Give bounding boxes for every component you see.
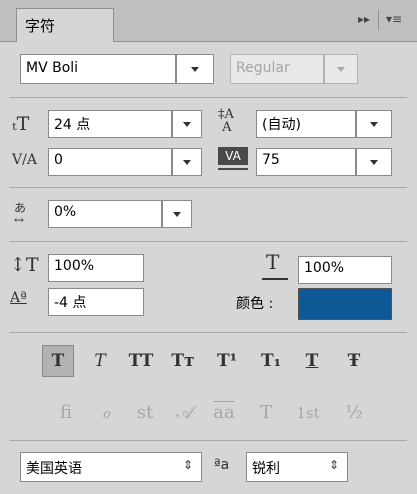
- font-family-field[interactable]: MV Boli: [20, 54, 176, 84]
- chevron-down-icon: [370, 122, 378, 127]
- horizontal-scale-value: 100%: [304, 260, 345, 276]
- updown-arrows-icon: ⇕: [328, 458, 339, 472]
- font-size-icon: ₜT: [12, 113, 30, 135]
- leading-dropdown[interactable]: [356, 110, 392, 138]
- discretionary-ligatures-button[interactable]: st: [128, 398, 162, 428]
- leading-field[interactable]: (自动): [256, 110, 356, 138]
- faux-italic-button[interactable]: T: [86, 346, 114, 376]
- small-caps-button[interactable]: Tт: [166, 346, 200, 376]
- leading-icon: ‡A A: [218, 107, 234, 135]
- underline-button[interactable]: T: [298, 346, 326, 376]
- font-style-dropdown[interactable]: [324, 54, 358, 84]
- chevron-down-icon: [370, 160, 378, 165]
- font-size-value: 24 点: [54, 117, 91, 133]
- titling-alternates-button[interactable]: T: [252, 398, 280, 428]
- tsume-dropdown[interactable]: [162, 200, 192, 228]
- leading-value: (自动): [262, 117, 301, 133]
- vertical-scale-field[interactable]: 100%: [48, 254, 144, 282]
- color-swatch[interactable]: [298, 288, 392, 320]
- font-style-value: Regular: [236, 60, 290, 76]
- horizontal-scale-icon: T: [266, 250, 280, 274]
- stylistic-alternates-button[interactable]: aa: [206, 398, 242, 428]
- antialias-value: 锐利: [252, 461, 280, 477]
- kerning-icon: V/A: [12, 152, 37, 168]
- kerning-field[interactable]: 0: [48, 148, 172, 176]
- vertical-scale-icon: ↕T: [10, 254, 39, 276]
- fractions-button[interactable]: ½: [340, 398, 368, 428]
- horizontal-scale-field[interactable]: 100%: [298, 256, 392, 284]
- font-size-field[interactable]: 24 点: [48, 110, 172, 138]
- strikethrough-button[interactable]: Ŧ: [340, 346, 368, 376]
- superscript-button[interactable]: T¹: [210, 346, 244, 376]
- language-value: 美国英语: [26, 461, 82, 477]
- tracking-icon-arrow: [218, 168, 248, 170]
- faux-bold-button[interactable]: T: [44, 346, 72, 376]
- updown-arrows-icon: ⇕: [182, 458, 193, 472]
- chevron-down-icon: [183, 122, 191, 127]
- chevron-down-icon: [173, 212, 181, 217]
- vertical-scale-value: 100%: [54, 258, 95, 274]
- horizontal-scale-icon-bar: [262, 278, 288, 280]
- font-family-value: MV Boli: [26, 60, 79, 76]
- ligatures-button[interactable]: ﬁ: [52, 398, 80, 428]
- kerning-dropdown[interactable]: [172, 148, 202, 176]
- antialias-icon: ªa: [214, 457, 230, 473]
- chevron-down-icon: [191, 67, 199, 72]
- baseline-shift-value: -4 点: [54, 295, 87, 311]
- divider: [10, 332, 407, 333]
- divider: [10, 187, 407, 188]
- ordinals-button[interactable]: 1st: [288, 398, 328, 428]
- chevron-down-icon: [183, 160, 191, 165]
- header-divider: [378, 10, 379, 30]
- panel-menu-icon[interactable]: ▾≡: [386, 12, 402, 26]
- baseline-shift-field[interactable]: -4 点: [48, 288, 144, 316]
- tracking-value: 75: [262, 152, 280, 168]
- font-style-field[interactable]: Regular: [230, 54, 324, 84]
- divider: [10, 97, 407, 98]
- divider: [10, 440, 407, 441]
- font-family-dropdown[interactable]: [176, 54, 214, 84]
- collapse-icon[interactable]: ▸▸: [358, 12, 370, 26]
- divider: [10, 241, 407, 242]
- tracking-dropdown[interactable]: [356, 148, 392, 176]
- all-caps-button[interactable]: TT: [124, 346, 158, 376]
- font-size-dropdown[interactable]: [172, 110, 202, 138]
- subscript-button[interactable]: T₁: [254, 346, 288, 376]
- language-select[interactable]: 美国英语 ⇕: [20, 452, 202, 482]
- swash-button[interactable]: 𝒜: [170, 398, 198, 428]
- baseline-shift-icon: Aª: [10, 290, 27, 306]
- tab-character[interactable]: 字符: [16, 8, 114, 42]
- tsume-value: 0%: [54, 204, 77, 220]
- chevron-down-icon: [337, 67, 345, 72]
- color-label: 颜色 :: [236, 296, 274, 312]
- tsume-field[interactable]: 0%: [48, 200, 162, 228]
- tracking-field[interactable]: 75: [256, 148, 356, 176]
- tab-character-label: 字符: [25, 17, 56, 35]
- tsume-icon: あ ↔: [14, 201, 27, 227]
- antialias-select[interactable]: 锐利 ⇕: [246, 452, 348, 482]
- tracking-icon: VA: [218, 147, 248, 165]
- character-panel: 字符 ▸▸ ▾≡ MV Boli Regular ₜT 24 点 ‡A A (自…: [0, 0, 417, 494]
- contextual-alternates-button[interactable]: ℴ: [92, 398, 120, 428]
- kerning-value: 0: [54, 152, 63, 168]
